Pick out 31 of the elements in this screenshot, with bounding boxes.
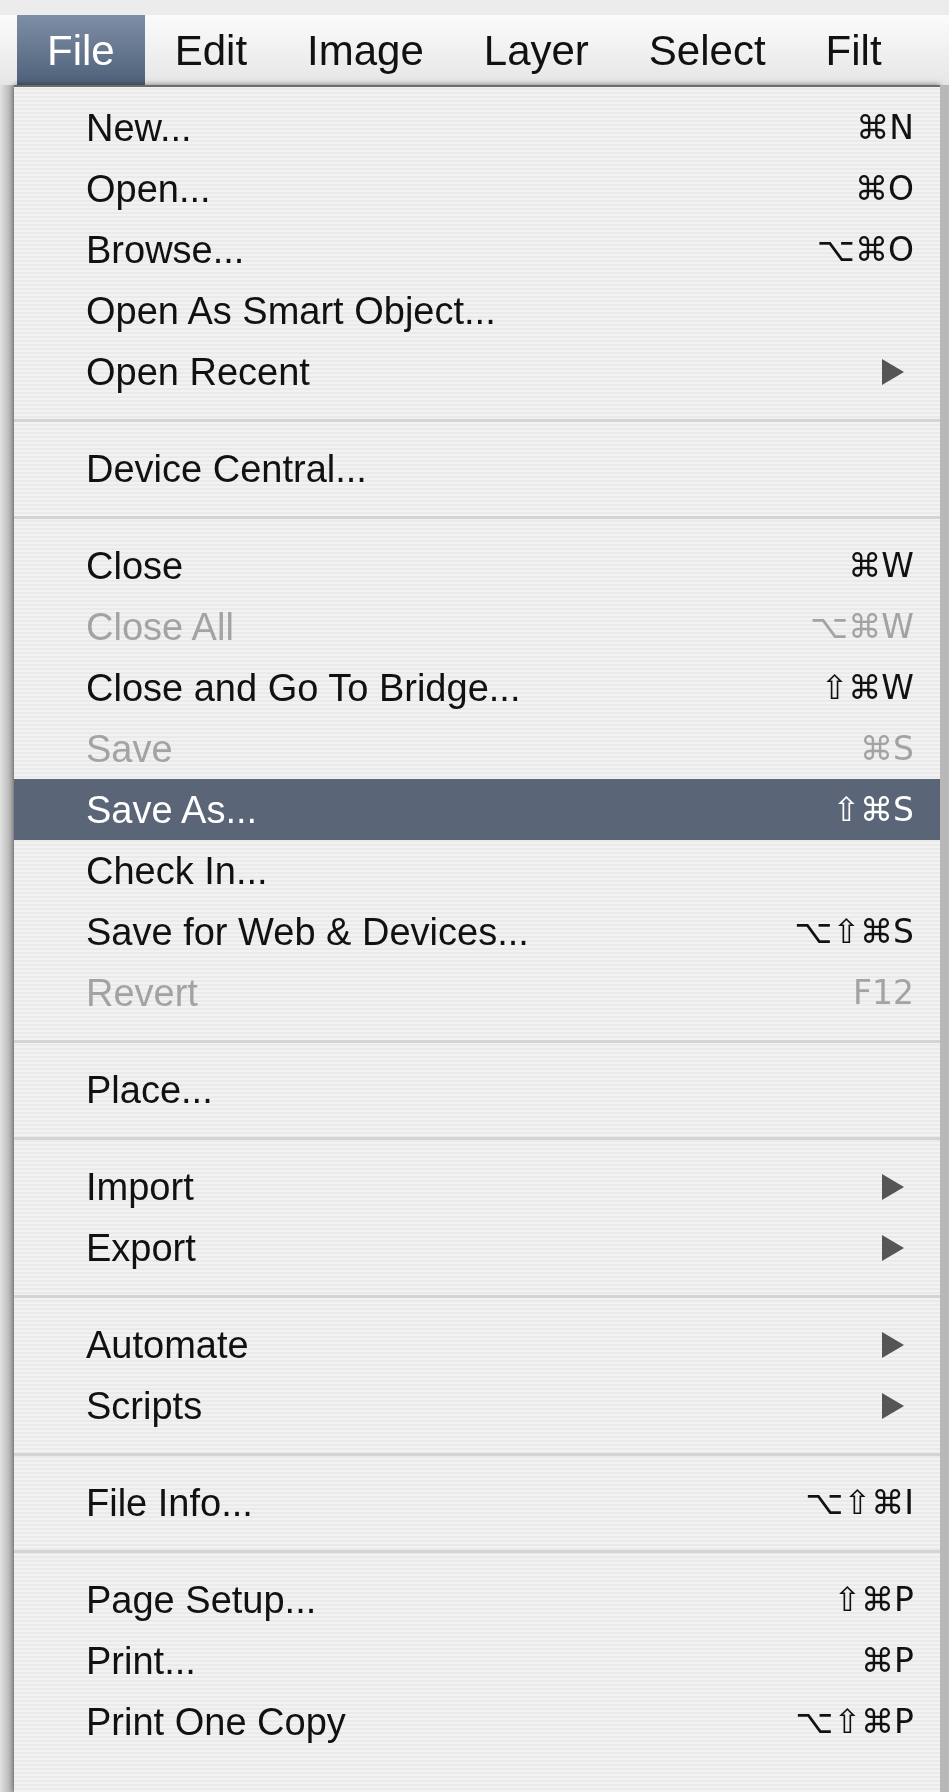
menu-item[interactable]: Save As... ⇧⌘S: [14, 779, 940, 840]
submenu-arrow-icon: [882, 1392, 904, 1419]
menu-item[interactable]: New... ⌘N: [14, 97, 940, 158]
menu-item[interactable]: Import: [14, 1156, 940, 1217]
menu-bar-item[interactable]: Filt: [795, 15, 912, 85]
menu-item[interactable]: Export: [14, 1217, 940, 1278]
menu-item[interactable]: Automate: [14, 1314, 940, 1375]
menu-bar-item[interactable]: Layer: [453, 15, 619, 85]
menu-item[interactable]: Scripts: [14, 1375, 940, 1436]
menu-item[interactable]: Check In...: [14, 840, 940, 901]
menu-item[interactable]: Close ⌘W: [14, 535, 940, 596]
submenu-arrow-icon: [882, 1234, 904, 1261]
submenu-arrow-icon: [882, 358, 904, 385]
menu-item[interactable]: Open... ⌘O: [14, 158, 940, 219]
menu-item[interactable]: Close and Go To Bridge... ⇧⌘W: [14, 657, 940, 718]
menu-bar-item[interactable]: Select: [618, 15, 796, 85]
submenu-arrow-icon: [882, 1173, 904, 1200]
menu-item[interactable]: Print One Copy ⌥⇧⌘P: [14, 1691, 940, 1752]
menu-bar-item[interactable]: Image: [277, 15, 454, 85]
menu-item[interactable]: Browse... ⌥⌘O: [14, 219, 940, 280]
menu-item[interactable]: Open As Smart Object...: [14, 280, 940, 341]
menu-bar-item[interactable]: Edit: [144, 15, 278, 85]
menu-item[interactable]: Print... ⌘P: [14, 1630, 940, 1691]
menu-item[interactable]: Open Recent: [14, 341, 940, 402]
menu-item[interactable]: Place...: [14, 1059, 940, 1120]
menu-bar-item[interactable]: File: [17, 15, 145, 85]
menu-item[interactable]: Device Central...: [14, 438, 940, 499]
menu-item[interactable]: Page Setup... ⇧⌘P: [14, 1569, 940, 1630]
submenu-arrow-icon: [882, 1331, 904, 1358]
menu-item[interactable]: File Info... ⌥⇧⌘I: [14, 1472, 940, 1533]
menu-item[interactable]: Save for Web & Devices... ⌥⇧⌘S: [14, 901, 940, 962]
